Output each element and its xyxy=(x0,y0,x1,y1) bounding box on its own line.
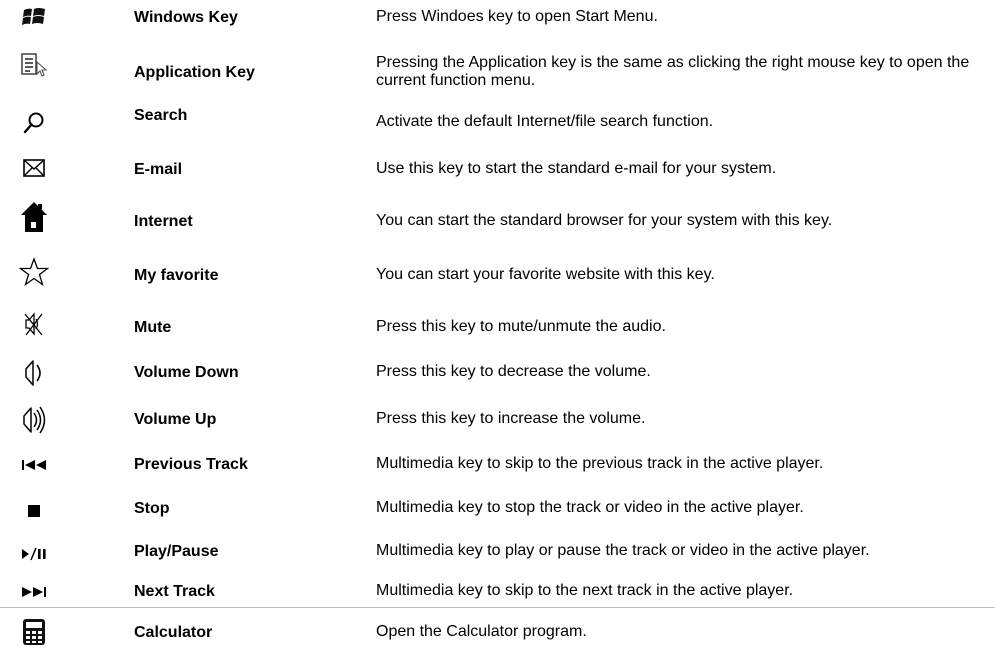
divider xyxy=(0,607,995,608)
key-name: Stop xyxy=(134,500,170,517)
key-name: E-mail xyxy=(134,161,183,178)
key-description: You can start your favorite website with… xyxy=(376,266,715,283)
key-description: Multimedia key to stop the track or vide… xyxy=(376,499,804,516)
key-description: You can start the standard browser for y… xyxy=(376,212,833,229)
key-description: Press this key to decrease the volume. xyxy=(376,363,651,380)
key-description: Multimedia key to skip to the previous t… xyxy=(376,455,824,472)
key-name: My favorite xyxy=(134,267,219,284)
windows-logo-icon xyxy=(10,3,58,31)
key-description: Open the Calculator program. xyxy=(376,623,587,640)
key-name: Volume Up xyxy=(134,411,217,428)
key-name: Windows Key xyxy=(134,9,238,26)
key-name: Play/Pause xyxy=(134,543,219,560)
search-icon xyxy=(10,110,58,136)
volume-down-icon xyxy=(10,355,58,391)
key-name: Previous Track xyxy=(134,456,248,473)
volume-up-icon xyxy=(10,402,58,438)
key-name: Volume Down xyxy=(134,364,239,381)
calculator-icon xyxy=(10,616,58,648)
play-pause-icon xyxy=(10,543,58,565)
key-name: Search xyxy=(134,107,188,124)
mute-icon xyxy=(10,309,58,339)
envelope-icon xyxy=(10,155,58,181)
key-name: Application Key xyxy=(134,64,255,81)
key-description: Multimedia key to play or pause the trac… xyxy=(376,542,870,559)
key-name: Next Track xyxy=(134,583,215,600)
next-track-icon xyxy=(10,581,58,603)
stop-icon xyxy=(10,500,58,522)
previous-track-icon xyxy=(10,454,58,476)
key-description: Press this key to mute/unmute the audio. xyxy=(376,318,666,335)
key-name: Internet xyxy=(134,213,193,230)
key-description: Press this key to increase the volume. xyxy=(376,410,646,427)
star-icon xyxy=(10,254,58,290)
home-icon xyxy=(10,198,58,236)
key-description: Multimedia key to skip to the next track… xyxy=(376,582,794,599)
key-name: Calculator xyxy=(134,624,213,641)
key-name: Mute xyxy=(134,319,172,336)
key-description: Use this key to start the standard e-mai… xyxy=(376,160,777,177)
key-description: Press Windoes key to open Start Menu. xyxy=(376,8,658,25)
key-description: Pressing the Application key is the same… xyxy=(376,54,970,89)
application-menu-icon xyxy=(10,52,58,78)
key-description: Activate the default Internet/file searc… xyxy=(376,113,714,130)
